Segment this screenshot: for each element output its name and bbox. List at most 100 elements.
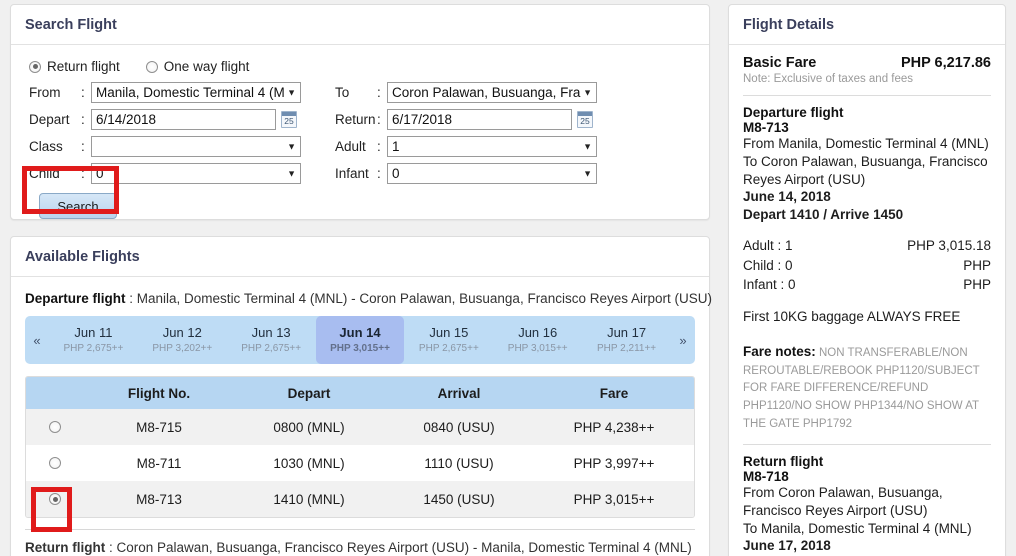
depart-label: Depart — [29, 112, 70, 127]
radio-one-way-flight-label: One way flight — [163, 59, 250, 74]
depart-date-input[interactable]: 6/14/2018 — [91, 109, 276, 130]
depart-colon: : — [81, 112, 85, 127]
table-header-depart: Depart — [287, 385, 331, 401]
date-tab-day: Jun 12 — [162, 324, 202, 340]
depart-date-value: 6/14/2018 — [96, 112, 157, 127]
table-row[interactable]: M8-713 1410 (MNL) 1450 (USU) PHP 3,015++ — [26, 481, 694, 517]
search-form-grid: From : Manila, Domestic Terminal 4 (M ▼ … — [29, 82, 695, 184]
chevron-down-icon: ▼ — [583, 141, 592, 151]
flight-radio-m8-713[interactable] — [49, 493, 61, 505]
to-label: To — [335, 85, 350, 100]
baggage-note: First 10KG baggage ALWAYS FREE — [743, 308, 961, 324]
cell-flight-no: M8-715 — [136, 419, 182, 435]
flight-details-panel: Flight Details Basic Fare PHP 6,217.86 N… — [728, 4, 1006, 556]
fare-notes-label: Fare notes: — [743, 343, 816, 359]
flight-radio-cell — [26, 493, 84, 505]
departure-flight-no: M8-713 — [743, 120, 789, 135]
pax-row: Infant : 0 PHP — [743, 275, 991, 295]
child-select[interactable]: 0 ▼ — [91, 163, 301, 184]
departure-pax-breakdown: Adult : 1 PHP 3,015.18 Child : 0 PHP Inf… — [743, 236, 991, 295]
cell-fare: PHP 3,015++ — [573, 491, 655, 507]
adult-label: Adult — [335, 139, 366, 154]
calendar-icon[interactable]: 25 — [577, 111, 593, 128]
child-select-value: 0 — [96, 166, 104, 181]
fare-notes: Fare notes: NON TRANSFERABLE/NON REROUTA… — [743, 342, 991, 434]
to-select[interactable]: Coron Palawan, Busuanga, Fra ▼ — [387, 82, 597, 103]
from-colon: : — [81, 85, 85, 100]
class-select[interactable]: ▼ — [91, 136, 301, 157]
flight-booking-screen: Search Flight Return flight One way flig… — [0, 0, 1016, 556]
fare-notes-text: NON TRANSFERABLE/NON REROUTABLE/REBOOK P… — [743, 346, 980, 431]
search-flight-body: Return flight One way flight From : Mani… — [11, 45, 709, 231]
search-button-row: Search — [39, 193, 695, 219]
departure-times: Depart 1410 / Arrive 1450 — [743, 207, 904, 223]
basic-fare-note: Note: Exclusive of taxes and fees — [743, 73, 914, 85]
depart-date-cell: 6/14/2018 25 — [91, 109, 301, 130]
cell-fare: PHP 3,997++ — [573, 455, 655, 471]
date-tab-price: PHP 3,015++ — [507, 342, 568, 354]
date-tab-day: Jun 17 — [607, 324, 647, 340]
date-tab-jun-15[interactable]: Jun 15 PHP 2,675++ — [404, 316, 493, 364]
cell-flight-no: M8-713 — [136, 491, 182, 507]
basic-fare-amount: PHP 6,217.86 — [900, 55, 991, 71]
flight-radio-cell — [26, 421, 84, 433]
cell-arrival: 1110 (USU) — [424, 455, 494, 471]
divider — [743, 443, 991, 445]
table-row[interactable]: M8-711 1030 (MNL) 1110 (USU) PHP 3,997++ — [26, 445, 694, 481]
radio-return-flight-label: Return flight — [47, 59, 120, 74]
cell-depart: 0800 (MNL) — [273, 419, 345, 435]
departure-date: June 14, 2018 — [743, 189, 831, 205]
date-tab-jun-11[interactable]: Jun 11 PHP 2,675++ — [49, 316, 138, 364]
pax-amount: PHP 3,015.18 — [907, 238, 991, 254]
to-colon: : — [377, 85, 381, 100]
chevron-down-icon: ▼ — [583, 168, 592, 178]
date-tab-jun-14[interactable]: Jun 14 PHP 3,015++ — [315, 316, 405, 364]
radio-one-way-flight[interactable] — [145, 60, 158, 73]
flight-radio-cell — [26, 457, 84, 469]
available-flights-body: Departure flight : Manila, Domestic Term… — [11, 277, 712, 556]
date-strip-next-arrow[interactable]: » — [671, 316, 695, 364]
from-select[interactable]: Manila, Domestic Terminal 4 (M ▼ — [91, 82, 301, 103]
basic-fare-label: Basic Fare — [743, 55, 817, 71]
return-flight-heading: Return flight — [743, 453, 824, 469]
date-tab-jun-12[interactable]: Jun 12 PHP 3,202++ — [138, 316, 227, 364]
pax-row: Child : 0 PHP — [743, 256, 991, 276]
departure-to: To Coron Palawan, Busuanga, Francisco Re… — [743, 153, 988, 187]
date-tab-day: Jun 16 — [518, 324, 558, 340]
return-date-input[interactable]: 6/17/2018 — [387, 109, 572, 130]
chevron-down-icon: ▼ — [583, 87, 592, 97]
child-label: Child — [29, 166, 60, 181]
flights-table: Flight No. Depart Arrival Fare M8-715 08… — [25, 376, 695, 518]
return-route-value: Coron Palawan, Busuanga, Francisco Reyes… — [116, 540, 692, 555]
infant-select[interactable]: 0 ▼ — [387, 163, 597, 184]
return-from: From Coron Palawan, Busuanga, Francisco … — [743, 484, 943, 518]
pax-row: Adult : 1 PHP 3,015.18 — [743, 236, 991, 256]
flight-details-title: Flight Details — [729, 5, 1005, 45]
return-route-sep: : — [105, 540, 117, 555]
flight-radio-m8-711[interactable] — [49, 457, 61, 469]
date-tab-day: Jun 15 — [429, 324, 469, 340]
date-tab-jun-13[interactable]: Jun 13 PHP 2,675++ — [227, 316, 316, 364]
date-tab-price: PHP 3,015++ — [330, 342, 390, 354]
date-strip: « Jun 11 PHP 2,675++ Jun 12 PHP 3,202++ … — [25, 316, 695, 364]
date-strip-prev-arrow[interactable]: « — [25, 316, 49, 364]
calendar-icon[interactable]: 25 — [281, 111, 297, 128]
infant-label: Infant — [335, 166, 369, 181]
date-tab-jun-16[interactable]: Jun 16 PHP 3,015++ — [493, 316, 582, 364]
date-tab-jun-17[interactable]: Jun 17 PHP 2,211++ — [582, 316, 671, 364]
cell-fare: PHP 4,238++ — [573, 419, 655, 435]
infant-colon: : — [377, 166, 381, 181]
cell-depart: 1030 (MNL) — [273, 455, 345, 471]
adult-select[interactable]: 1 ▼ — [387, 136, 597, 157]
pax-label: Adult : 1 — [743, 238, 793, 254]
radio-return-flight[interactable] — [29, 60, 41, 73]
flight-radio-m8-715[interactable] — [49, 421, 61, 433]
departure-from: From Manila, Domestic Terminal 4 (MNL) — [743, 136, 989, 151]
date-tab-day: Jun 14 — [339, 324, 381, 340]
flight-details-body: Basic Fare PHP 6,217.86 Note: Exclusive … — [729, 45, 1005, 556]
to-select-value: Coron Palawan, Busuanga, Fra — [392, 85, 581, 100]
search-button[interactable]: Search — [39, 193, 117, 219]
departure-route-value: Manila, Domestic Terminal 4 (MNL) - Coro… — [136, 291, 712, 306]
cell-arrival: 1450 (USU) — [423, 491, 495, 507]
table-row[interactable]: M8-715 0800 (MNL) 0840 (USU) PHP 4,238++ — [26, 409, 694, 445]
